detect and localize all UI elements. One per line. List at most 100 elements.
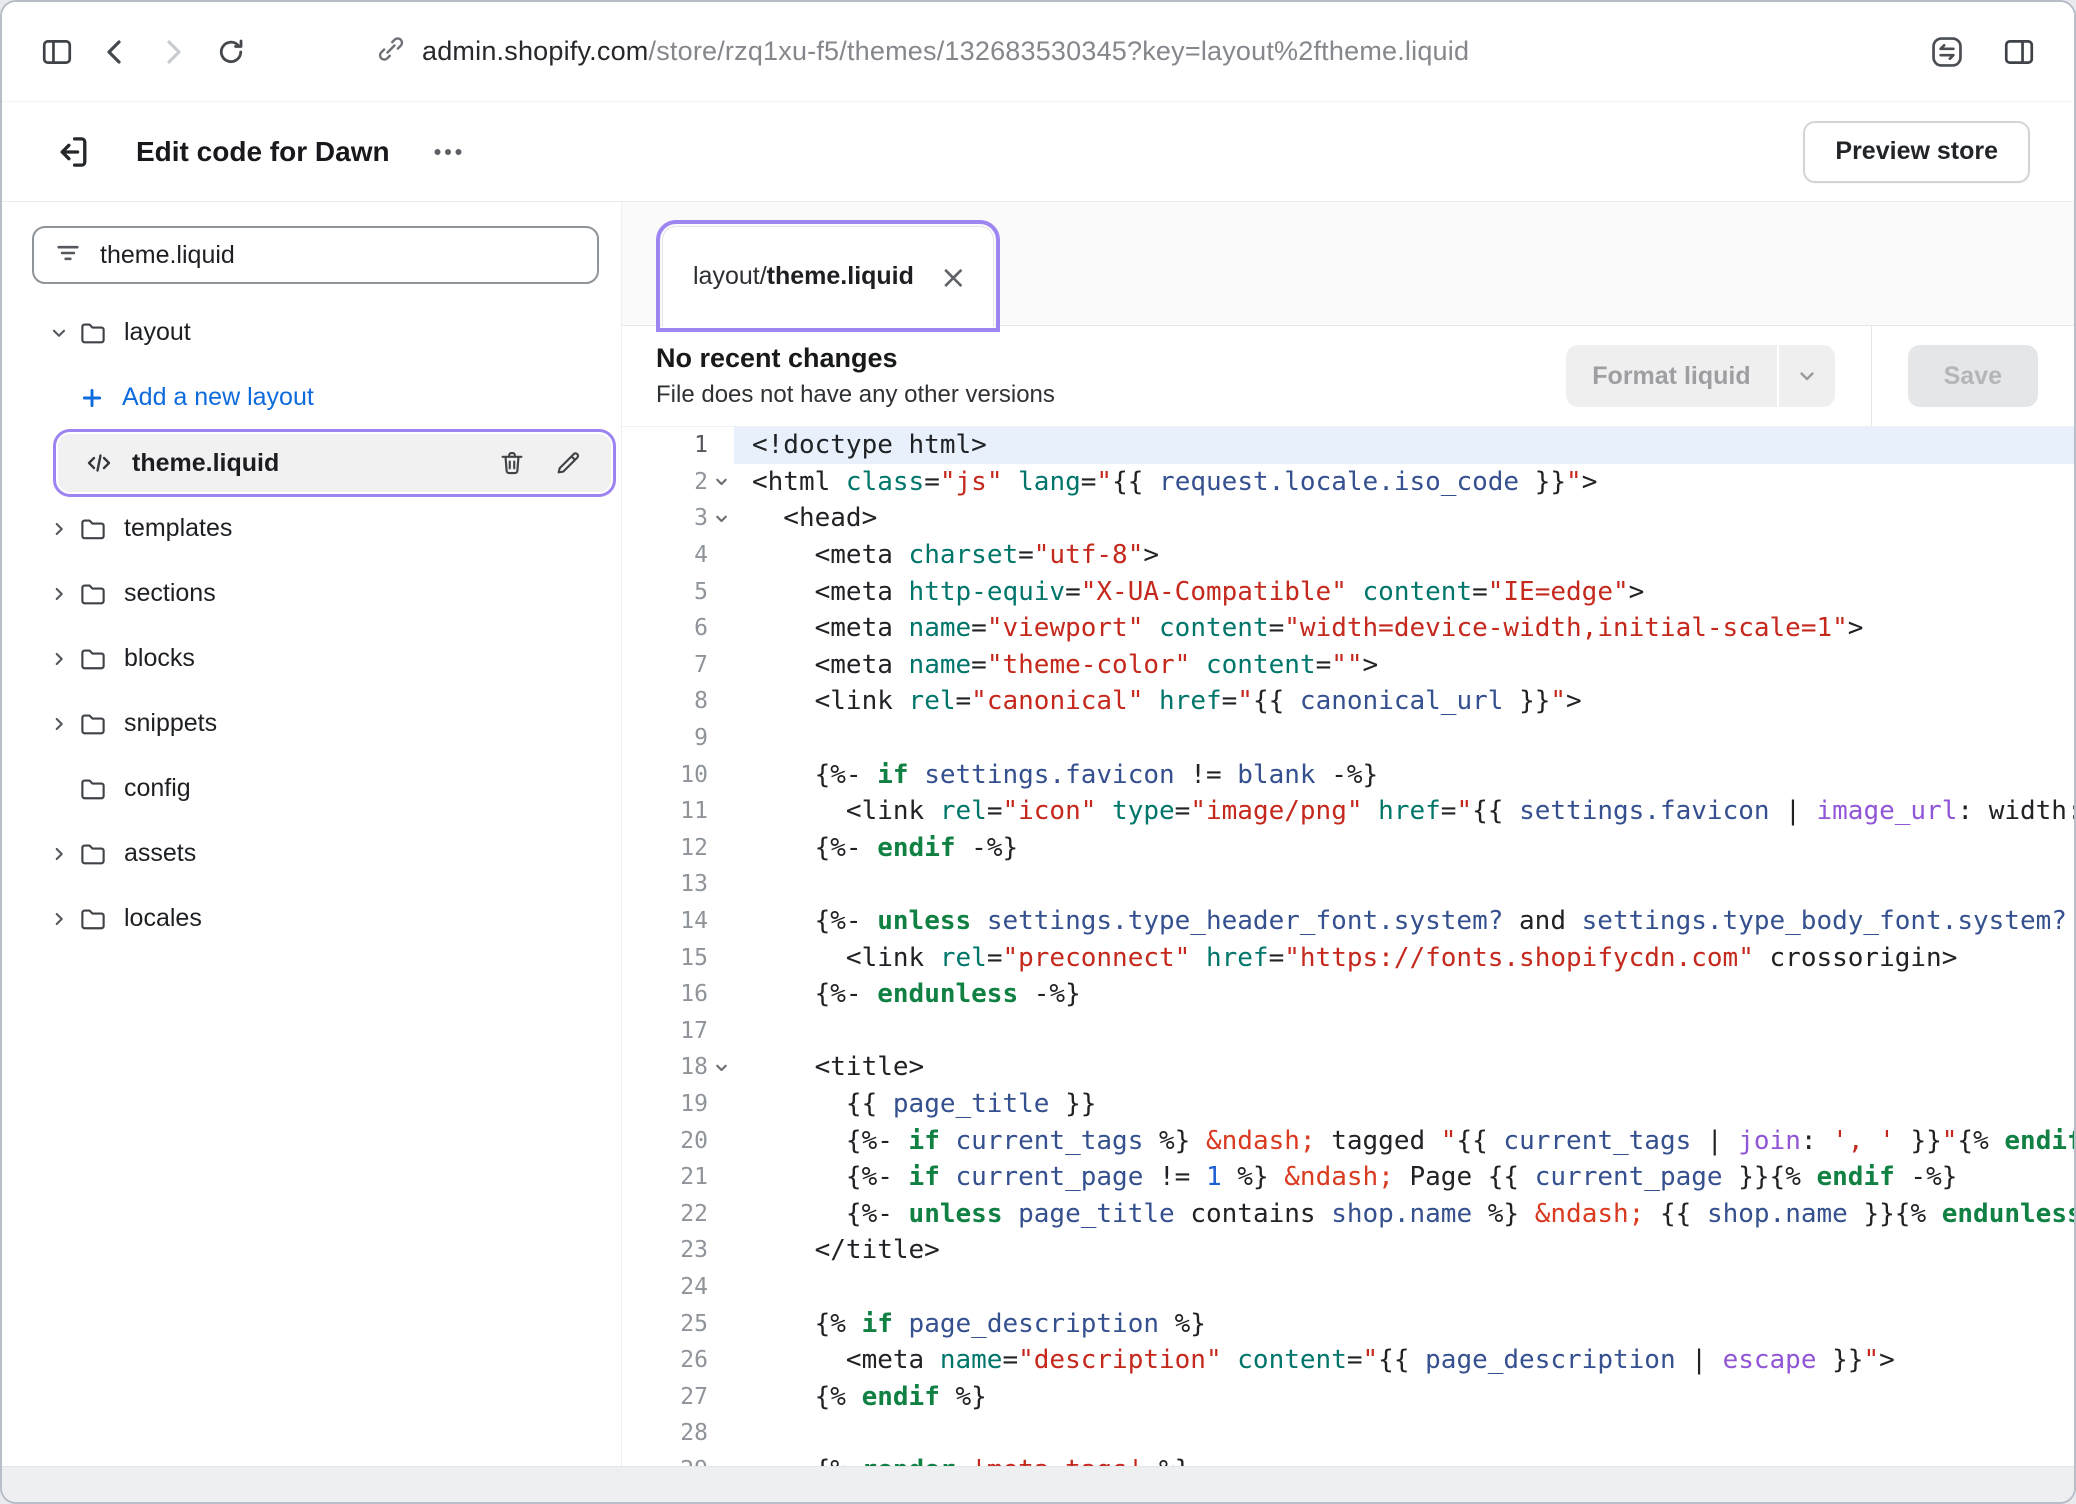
chevron-right-icon[interactable] — [48, 713, 78, 735]
line-number: 8 — [622, 688, 708, 714]
code-line: 13 — [622, 866, 2074, 903]
chevron-right-icon[interactable] — [48, 843, 78, 865]
delete-file-icon[interactable] — [495, 448, 529, 478]
code-line: 3 <head> — [622, 500, 2074, 537]
line-number: 4 — [622, 542, 708, 568]
line-number: 3 — [622, 505, 708, 531]
file-name: theme.liquid — [132, 449, 279, 478]
chevron-right-icon[interactable] — [48, 908, 78, 930]
forward-icon[interactable] — [144, 23, 202, 81]
folder-icon — [78, 904, 110, 934]
line-number: 5 — [622, 579, 708, 605]
tree-folder-snippets[interactable]: snippets — [2, 691, 621, 756]
add-new-layout-link[interactable]: Add a new layout — [2, 365, 621, 430]
folder-label: locales — [124, 904, 202, 933]
code-line-text: <meta charset="utf-8"> — [734, 537, 2074, 574]
folder-label: templates — [124, 514, 232, 543]
fold-chevron-icon[interactable] — [708, 1059, 734, 1076]
code-line-text — [734, 720, 2074, 757]
code-line-text: <link rel="preconnect" href="https://fon… — [734, 939, 2074, 976]
preview-store-button[interactable]: Preview store — [1803, 121, 2030, 183]
code-editor[interactable]: 1<!doctype html>2<html class="js" lang="… — [622, 427, 2074, 1466]
tab-layout-theme-liquid[interactable]: layout/theme.liquid × — [662, 226, 994, 326]
tree-file-theme-liquid[interactable]: theme.liquid — [58, 434, 611, 492]
sidebar-toggle-icon[interactable] — [28, 23, 86, 81]
chevron-right-icon[interactable] — [48, 648, 78, 670]
browser-window: admin.shopify.com/store/rzq1xu-f5/themes… — [0, 0, 2076, 1504]
extension-icon[interactable] — [1918, 23, 1976, 81]
code-line: 8 <link rel="canonical" href="{{ canonic… — [622, 683, 2074, 720]
format-liquid-button[interactable]: Format liquid — [1566, 345, 1834, 407]
tree-folder-assets[interactable]: assets — [2, 821, 621, 886]
line-number: 17 — [622, 1018, 708, 1044]
code-line-text: <html class="js" lang="{{ request.locale… — [734, 464, 2074, 501]
folder-icon — [78, 514, 110, 544]
more-actions-button[interactable] — [424, 128, 472, 176]
line-number: 14 — [622, 908, 708, 934]
code-line: 2<html class="js" lang="{{ request.local… — [622, 464, 2074, 501]
tree-folder-sections[interactable]: sections — [2, 561, 621, 626]
code-file-icon — [84, 448, 116, 478]
reload-icon[interactable] — [202, 23, 260, 81]
fold-chevron-icon[interactable] — [708, 510, 734, 527]
save-button[interactable]: Save — [1908, 345, 2038, 407]
tree-folder-locales[interactable]: locales — [2, 886, 621, 951]
status-subtitle: File does not have any other versions — [656, 381, 1055, 409]
code-line: 29 {% render 'meta-tags' %} — [622, 1452, 2074, 1466]
add-layout-label: Add a new layout — [122, 383, 314, 412]
chevron-down-icon[interactable] — [1779, 345, 1835, 407]
exit-editor-icon[interactable] — [46, 126, 98, 178]
chevron-right-icon[interactable] — [48, 583, 78, 605]
line-number: 26 — [622, 1347, 708, 1373]
code-line: 20 {%- if current_tags %} &ndash; tagged… — [622, 1122, 2074, 1159]
folder-label: config — [124, 774, 191, 803]
folder-icon — [78, 579, 110, 609]
code-line: 10 {%- if settings.favicon != blank -%} — [622, 756, 2074, 793]
code-line-text: {%- endunless -%} — [734, 976, 2074, 1013]
code-line-text: {%- if current_tags %} &ndash; tagged "{… — [734, 1122, 2074, 1159]
file-search-input[interactable]: theme.liquid — [32, 226, 599, 284]
code-line-text: {%- if settings.favicon != blank -%} — [734, 756, 2074, 793]
code-line-text: <title> — [734, 1049, 2074, 1086]
tree-folder-layout[interactable]: layout — [2, 300, 621, 365]
line-number: 25 — [622, 1311, 708, 1337]
back-icon[interactable] — [86, 23, 144, 81]
code-line: 23 </title> — [622, 1232, 2074, 1269]
status-title: No recent changes — [656, 343, 1055, 374]
code-line-text: <link rel="icon" type="image/png" href="… — [734, 793, 2074, 830]
code-line: 14 {%- unless settings.type_header_font.… — [622, 903, 2074, 940]
address-bar[interactable]: admin.shopify.com/store/rzq1xu-f5/themes… — [376, 34, 1469, 69]
file-tree: layout Add a new layout theme.liquid templa… — [2, 300, 621, 951]
tree-folder-blocks[interactable]: blocks — [2, 626, 621, 691]
code-editor-pane: layout/theme.liquid × No recent changes … — [622, 202, 2074, 1466]
fold-chevron-icon[interactable] — [708, 473, 734, 490]
tree-folder-templates[interactable]: templates — [2, 496, 621, 561]
close-tab-icon[interactable]: × — [940, 261, 967, 293]
plus-icon — [78, 384, 110, 412]
code-line-text: <meta name="viewport" content="width=dev… — [734, 610, 2074, 647]
code-line-text: {% render 'meta-tags' %} — [734, 1452, 2074, 1466]
code-line: 4 <meta charset="utf-8"> — [622, 537, 2074, 574]
code-line-text: {%- endif -%} — [734, 830, 2074, 867]
code-line: 27 {% endif %} — [622, 1378, 2074, 1415]
divider — [1871, 326, 1872, 426]
code-line: 16 {%- endunless -%} — [622, 976, 2074, 1013]
url-text: admin.shopify.com/store/rzq1xu-f5/themes… — [422, 36, 1469, 67]
code-line: 7 <meta name="theme-color" content=""> — [622, 647, 2074, 684]
browser-toolbar: admin.shopify.com/store/rzq1xu-f5/themes… — [2, 2, 2074, 102]
line-number: 15 — [622, 945, 708, 971]
code-line-text: <meta name="theme-color" content=""> — [734, 647, 2074, 684]
code-line: 12 {%- endif -%} — [622, 830, 2074, 867]
code-line: 11 <link rel="icon" type="image/png" hre… — [622, 793, 2074, 830]
line-number: 27 — [622, 1384, 708, 1410]
chevron-right-icon[interactable] — [48, 518, 78, 540]
tree-folder-config[interactable]: config — [2, 756, 621, 821]
line-number: 6 — [622, 615, 708, 641]
panel-right-toggle-icon[interactable] — [1990, 23, 2048, 81]
code-line-text: {%- unless settings.type_header_font.sys… — [734, 903, 2074, 940]
chevron-down-icon[interactable] — [48, 322, 78, 344]
line-number: 9 — [622, 725, 708, 751]
line-number: 18 — [622, 1054, 708, 1080]
rename-file-icon[interactable] — [551, 448, 585, 478]
code-line: 22 {%- unless page_title contains shop.n… — [622, 1195, 2074, 1232]
